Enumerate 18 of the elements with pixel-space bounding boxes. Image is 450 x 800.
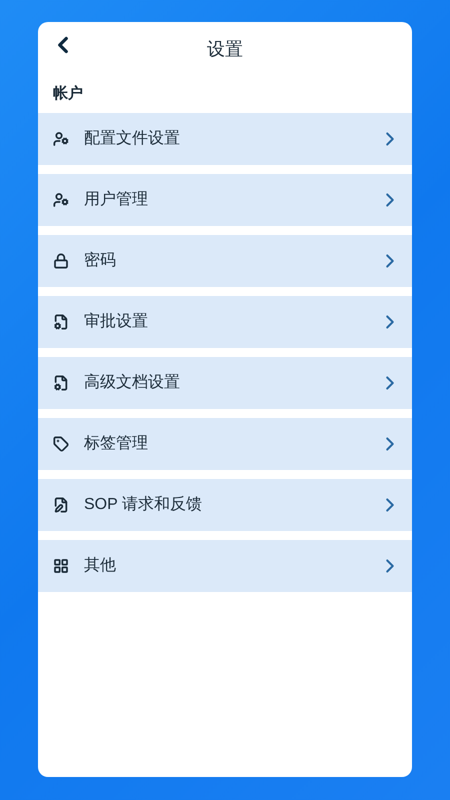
user-gear-icon [53, 130, 69, 146]
tag-icon [53, 436, 69, 452]
grid-icon [53, 558, 69, 574]
section-title: 帐户 [52, 84, 84, 104]
settings-item[interactable]: 密码 [38, 234, 412, 286]
settings-item[interactable]: 其他 [38, 540, 412, 592]
page-title: 设置 [207, 38, 243, 60]
settings-item[interactable]: 配置文件设置 [38, 112, 412, 164]
document-gear-icon [53, 314, 69, 330]
document-pen-icon [53, 496, 69, 512]
user-gear-icon [53, 192, 69, 208]
settings-item[interactable]: 高级文档设置 [38, 356, 412, 408]
settings-item[interactable]: 用户管理 [38, 174, 412, 226]
document-gear-icon [53, 374, 69, 390]
lock-icon [53, 252, 69, 268]
settings-item[interactable]: 标签管理 [38, 418, 412, 470]
settings-item[interactable]: 审批设置 [38, 296, 412, 348]
settings-item[interactable]: SOP 请求和反馈 [38, 478, 412, 530]
